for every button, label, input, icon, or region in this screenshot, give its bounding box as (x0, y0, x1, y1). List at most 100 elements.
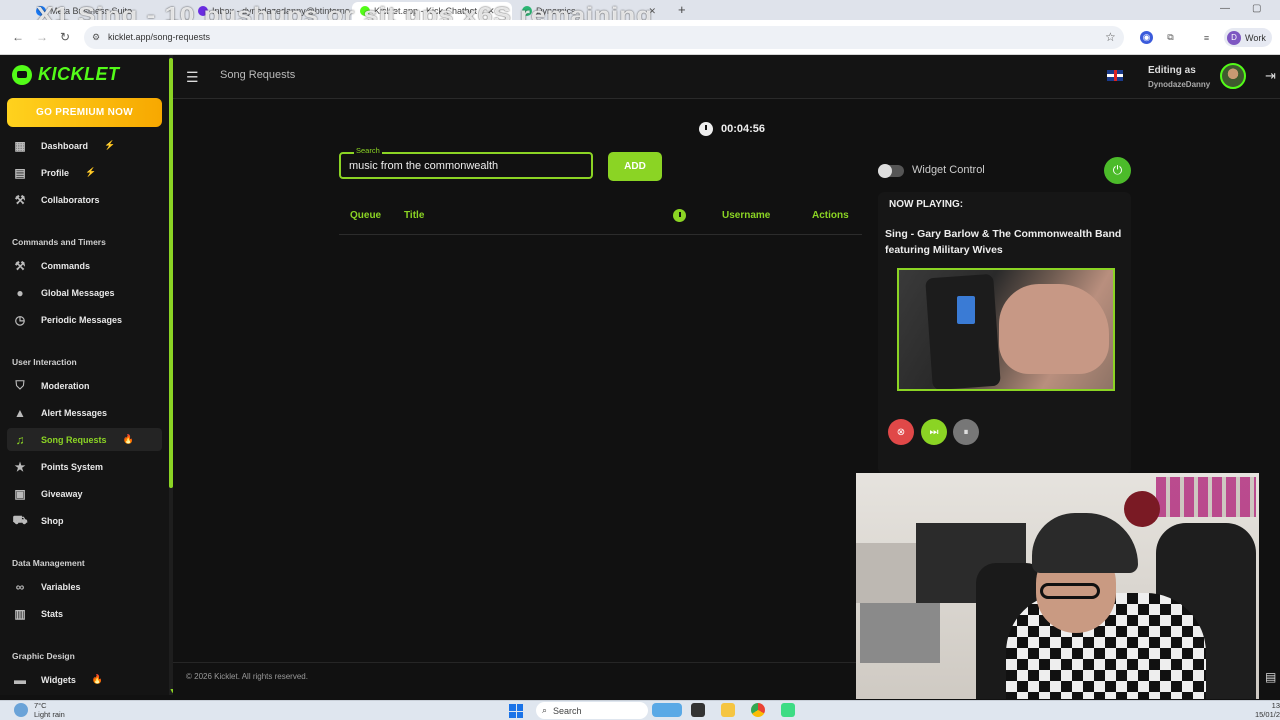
profile-chip[interactable]: D Work (1224, 28, 1272, 47)
section-data-management: Data Management (12, 558, 85, 568)
page-title: Song Requests (220, 69, 296, 81)
maximize-icon[interactable]: ▢ (1252, 3, 1261, 14)
sidebar-item-collaborators[interactable]: ⚒ Collaborators (7, 188, 162, 211)
queue-timer: 00:04:56 (699, 122, 765, 136)
footer-divider (173, 662, 856, 663)
now-playing-label: NOW PLAYING: (889, 199, 964, 210)
search-label: Search (354, 146, 382, 155)
power-icon: ⏻ (1112, 163, 1123, 177)
sidebar-item-shop[interactable]: ⛟ Shop (7, 509, 162, 532)
cart-icon: ⛟ (12, 512, 28, 527)
sidebar-item-points-system[interactable]: ★ Points System (7, 455, 162, 478)
media-controls-icon[interactable]: ≡ (1200, 31, 1213, 44)
app-icon[interactable] (781, 703, 795, 717)
sidebar-item-song-requests[interactable]: ♫ Song Requests 🔥 (7, 428, 162, 451)
reload-icon[interactable]: ↻ (60, 30, 70, 44)
sidebar-item-dashboard[interactable]: ▦ Dashboard ⚡ (7, 134, 162, 157)
power-button[interactable]: ⏻ (1104, 157, 1131, 184)
back-icon[interactable]: ← (12, 30, 24, 44)
dashboard-icon: ▦ (14, 138, 26, 153)
sidebar-item-commands[interactable]: ⚒ Commands (7, 254, 162, 277)
pause-icon: ⏸ (963, 426, 969, 438)
fire-badge-icon: 🔥 (91, 674, 104, 684)
section-user-interaction: User Interaction (12, 357, 77, 367)
profile-avatar: D (1227, 30, 1241, 45)
sidebar-item-giveaway[interactable]: ▣ Giveaway (7, 482, 162, 505)
widget-control-toggle[interactable] (878, 164, 904, 178)
uk-flag-icon[interactable] (1107, 70, 1123, 81)
table-divider (339, 234, 862, 235)
editing-username: DynodazeDanny (1148, 80, 1211, 89)
weather-widget[interactable]: 7°C Light rain (14, 701, 65, 719)
search-icon: ⌕ (542, 705, 548, 715)
stop-button[interactable]: ⊗ (888, 419, 914, 445)
pause-button[interactable]: ⏸ (953, 419, 979, 445)
task-view-icon[interactable] (691, 703, 705, 717)
file-explorer-icon[interactable] (721, 703, 735, 717)
footer-copyright: © 2026 Kicklet. All rights reserved. (186, 672, 308, 681)
sidebar-item-periodic-messages[interactable]: ◷ Periodic Messages (7, 308, 162, 331)
webcam-overlay (856, 473, 1259, 699)
menu-toggle-icon[interactable]: ☰ (186, 69, 199, 86)
chrome-icon[interactable] (751, 703, 765, 717)
hammer-icon: ⚒ (14, 258, 26, 273)
go-premium-button[interactable]: GO PREMIUM NOW (7, 98, 162, 127)
column-header-username[interactable]: Username (722, 210, 770, 221)
sidebar-item-alert-messages[interactable]: ▲ Alert Messages (7, 401, 162, 424)
stop-icon: ⊗ (896, 426, 906, 438)
gift-icon: ▣ (14, 486, 26, 501)
column-header-actions[interactable]: Actions (812, 210, 849, 221)
site-info-icon[interactable]: ⚙ (92, 26, 100, 49)
skip-icon: ⏭ (929, 426, 939, 438)
star-icon: ★ (14, 459, 26, 474)
link-icon: ∞ (15, 579, 25, 594)
clock-icon: ◷ (14, 312, 26, 327)
sidebar-item-stats[interactable]: ▥ Stats (7, 602, 162, 625)
column-header-queue[interactable]: Queue (350, 210, 381, 221)
profile-icon: ▤ (14, 165, 26, 180)
fire-badge-icon: 🔥 (122, 434, 134, 444)
sidebar-item-profile[interactable]: ▤ Profile ⚡ (7, 161, 162, 184)
chat-icon: ● (16, 285, 24, 300)
editing-as-label: Editing as (1148, 65, 1196, 76)
column-header-duration-icon[interactable] (673, 209, 686, 222)
sidebar-item-moderation[interactable]: ⛉ Moderation (7, 374, 162, 397)
section-commands-and-timers: Commands and Timers (12, 237, 106, 247)
search-input[interactable] (349, 158, 585, 174)
extensions-puzzle-icon[interactable]: ⧉ (1164, 31, 1177, 44)
minimize-icon[interactable]: — (1220, 3, 1230, 14)
now-playing-title: Sing - Gary Barlow & The Commonwealth Ba… (885, 228, 1122, 256)
add-button[interactable]: ADD (608, 152, 662, 181)
taskbar-search[interactable]: ⌕ Search (536, 702, 648, 719)
section-graphic-design: Graphic Design (12, 651, 75, 661)
lightning-badge-icon: ⚡ (85, 167, 97, 177)
taskbar-clock[interactable]: 13 15/01/2 (1243, 701, 1280, 719)
sidebar-item-widgets[interactable]: ▬ Widgets 🔥 (7, 668, 162, 691)
address-bar: ← → ↻ ⚙ kicklet.app/song-requests ☆ ◉ ⧉ … (0, 20, 1280, 55)
forward-icon[interactable]: → (36, 30, 48, 44)
weather-icon (14, 703, 28, 717)
chart-icon: ▥ (14, 606, 26, 621)
music-icon: ♫ (15, 432, 25, 447)
taskbar-widget-icon[interactable] (652, 703, 682, 717)
skip-button[interactable]: ⏭ (921, 419, 947, 445)
lightning-badge-icon: ⚡ (104, 140, 116, 150)
clock-icon (699, 122, 713, 136)
column-header-title[interactable]: Title (404, 210, 424, 221)
now-playing-video[interactable] (897, 268, 1115, 391)
url-field[interactable]: ⚙ kicklet.app/song-requests (84, 26, 1124, 49)
collaborators-icon: ⚒ (14, 192, 26, 207)
extension-icon[interactable]: ◉ (1140, 31, 1153, 44)
sidebar-item-variables[interactable]: ∞ Variables (7, 575, 162, 598)
document-icon[interactable]: ▤ (1265, 670, 1276, 684)
sidebar-item-global-messages[interactable]: ● Global Messages (7, 281, 162, 304)
avatar[interactable] (1220, 63, 1246, 89)
kicklet-logo-icon (12, 64, 32, 85)
shield-icon: ⛉ (15, 378, 25, 392)
kicklet-logo[interactable]: KICKLET (12, 64, 120, 85)
new-tab-button[interactable]: + (678, 2, 686, 17)
bookmark-star-icon[interactable]: ☆ (1105, 30, 1116, 44)
windows-start-icon[interactable] (509, 704, 523, 718)
search-field (339, 152, 593, 179)
logout-icon[interactable]: ⇥ (1265, 68, 1276, 84)
